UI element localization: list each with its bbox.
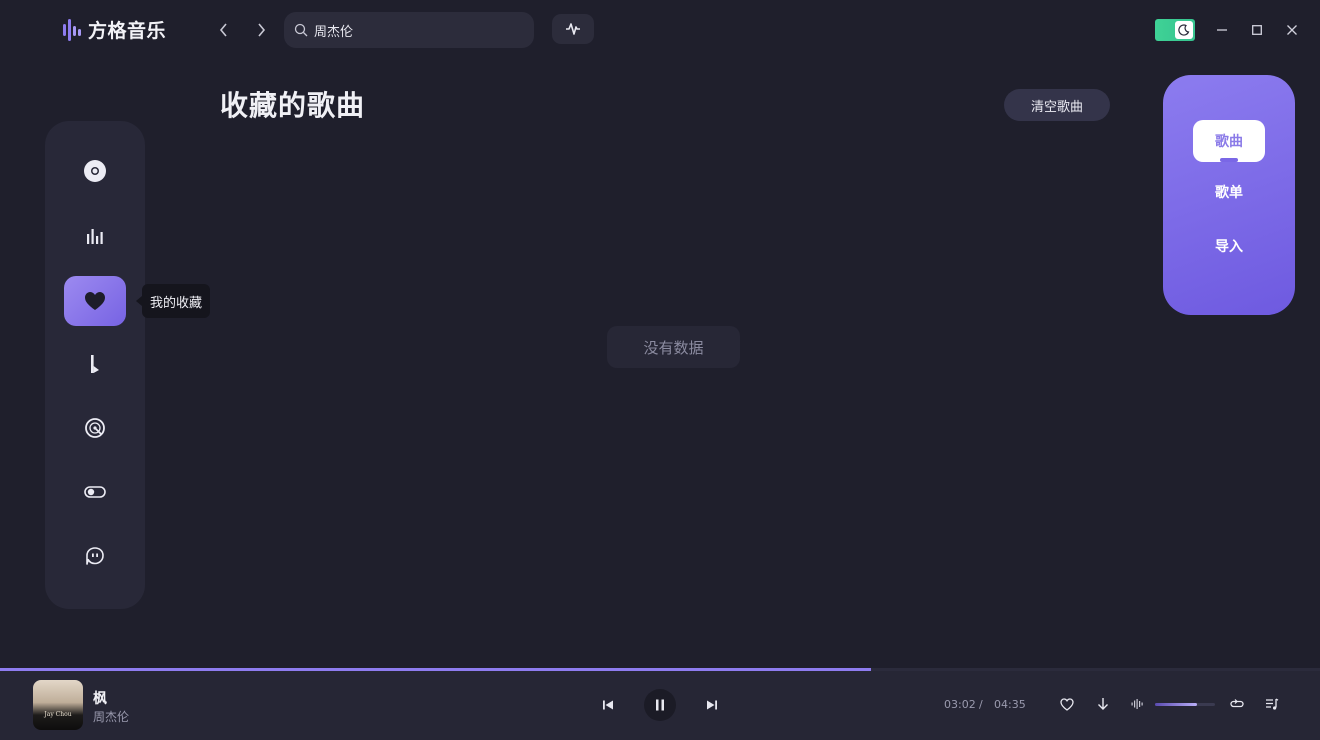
pause-icon	[656, 699, 664, 711]
minimize-icon	[1217, 29, 1227, 31]
theme-toggle[interactable]	[1155, 19, 1195, 41]
chevron-right-icon	[258, 23, 266, 37]
toggle-icon	[84, 486, 106, 498]
app-logo: 方格音乐	[62, 16, 166, 43]
moon-icon	[1178, 24, 1190, 36]
download-button[interactable]	[1093, 694, 1113, 714]
repeat-button[interactable]	[1227, 694, 1247, 714]
tab-songs[interactable]: 歌曲	[1193, 120, 1265, 162]
app-name: 方格音乐	[88, 20, 167, 42]
pause-button[interactable]	[644, 689, 676, 721]
waveform-icon	[566, 23, 580, 35]
sidebar-item-records[interactable]	[64, 403, 126, 453]
tab-import[interactable]: 导入	[1193, 225, 1265, 267]
sidebar-item-music[interactable]	[64, 339, 126, 389]
minimize-button[interactable]	[1211, 19, 1233, 41]
album-cover[interactable]: Jay Chou	[33, 680, 83, 730]
playlist-icon	[1266, 697, 1279, 710]
theme-knob	[1175, 21, 1193, 39]
maximize-icon	[1252, 25, 1262, 35]
sidebar-item-charts[interactable]	[64, 211, 126, 261]
album-cover-text: Jay Chou	[44, 711, 72, 718]
time-separator: /	[979, 698, 983, 711]
music-note-icon	[91, 355, 99, 373]
volume-slider[interactable]	[1155, 703, 1215, 706]
empty-state: 没有数据	[607, 326, 740, 368]
clear-songs-button[interactable]: 清空歌曲	[1004, 89, 1110, 121]
player-bar: Jay Chou 枫 周杰伦 03:02 / 04:35	[0, 671, 1320, 740]
listen-recognize-button[interactable]	[552, 14, 594, 44]
volume-wave-icon	[1131, 699, 1143, 709]
back-button[interactable]	[212, 18, 236, 42]
sidebar-item-feedback[interactable]	[64, 531, 126, 581]
total-time: 04:35	[994, 698, 1026, 711]
close-icon	[1287, 25, 1297, 35]
current-time: 03:02	[944, 698, 976, 711]
tab-playlists[interactable]: 歌单	[1193, 171, 1265, 213]
previous-button[interactable]	[598, 695, 618, 715]
repeat-icon	[1230, 699, 1244, 708]
page-title: 收藏的歌曲	[220, 89, 366, 122]
song-artist[interactable]: 周杰伦	[93, 708, 129, 725]
sidebar-item-favorites[interactable]	[64, 276, 126, 326]
search-box[interactable]	[284, 12, 534, 48]
chart-icon	[87, 229, 103, 244]
volume-button[interactable]	[1128, 694, 1146, 714]
chevron-left-icon	[219, 23, 227, 37]
search-input[interactable]	[314, 22, 514, 38]
disc-icon	[84, 160, 106, 182]
volume-slider-fill	[1155, 703, 1197, 706]
tab-panel: 歌曲 歌单 导入	[1163, 75, 1295, 315]
tab-indicator	[1220, 158, 1238, 162]
next-icon	[707, 700, 717, 710]
sidebar-item-discover[interactable]	[64, 146, 126, 196]
sidebar	[45, 121, 145, 609]
search-icon	[294, 23, 308, 37]
app-window: 方格音乐 周杰伦 我的收藏 收藏的歌曲 清空歌曲 没有数据 歌曲 歌单 导入 J…	[0, 0, 1320, 740]
feedback-icon	[86, 547, 104, 565]
playlist-button[interactable]	[1262, 694, 1282, 714]
download-icon	[1098, 698, 1108, 710]
sidebar-tooltip: 我的收藏	[135, 284, 211, 318]
heart-icon	[85, 292, 105, 310]
forward-button[interactable]	[249, 18, 273, 42]
song-title: 枫	[93, 691, 107, 707]
maximize-button[interactable]	[1246, 19, 1268, 41]
previous-icon	[603, 700, 613, 710]
logo-icon	[63, 18, 81, 41]
like-button[interactable]	[1057, 694, 1077, 714]
sidebar-item-settings[interactable]	[64, 467, 126, 517]
close-button[interactable]	[1281, 19, 1303, 41]
record-icon	[85, 418, 105, 438]
next-button[interactable]	[702, 695, 722, 715]
heart-outline-icon	[1060, 697, 1074, 711]
